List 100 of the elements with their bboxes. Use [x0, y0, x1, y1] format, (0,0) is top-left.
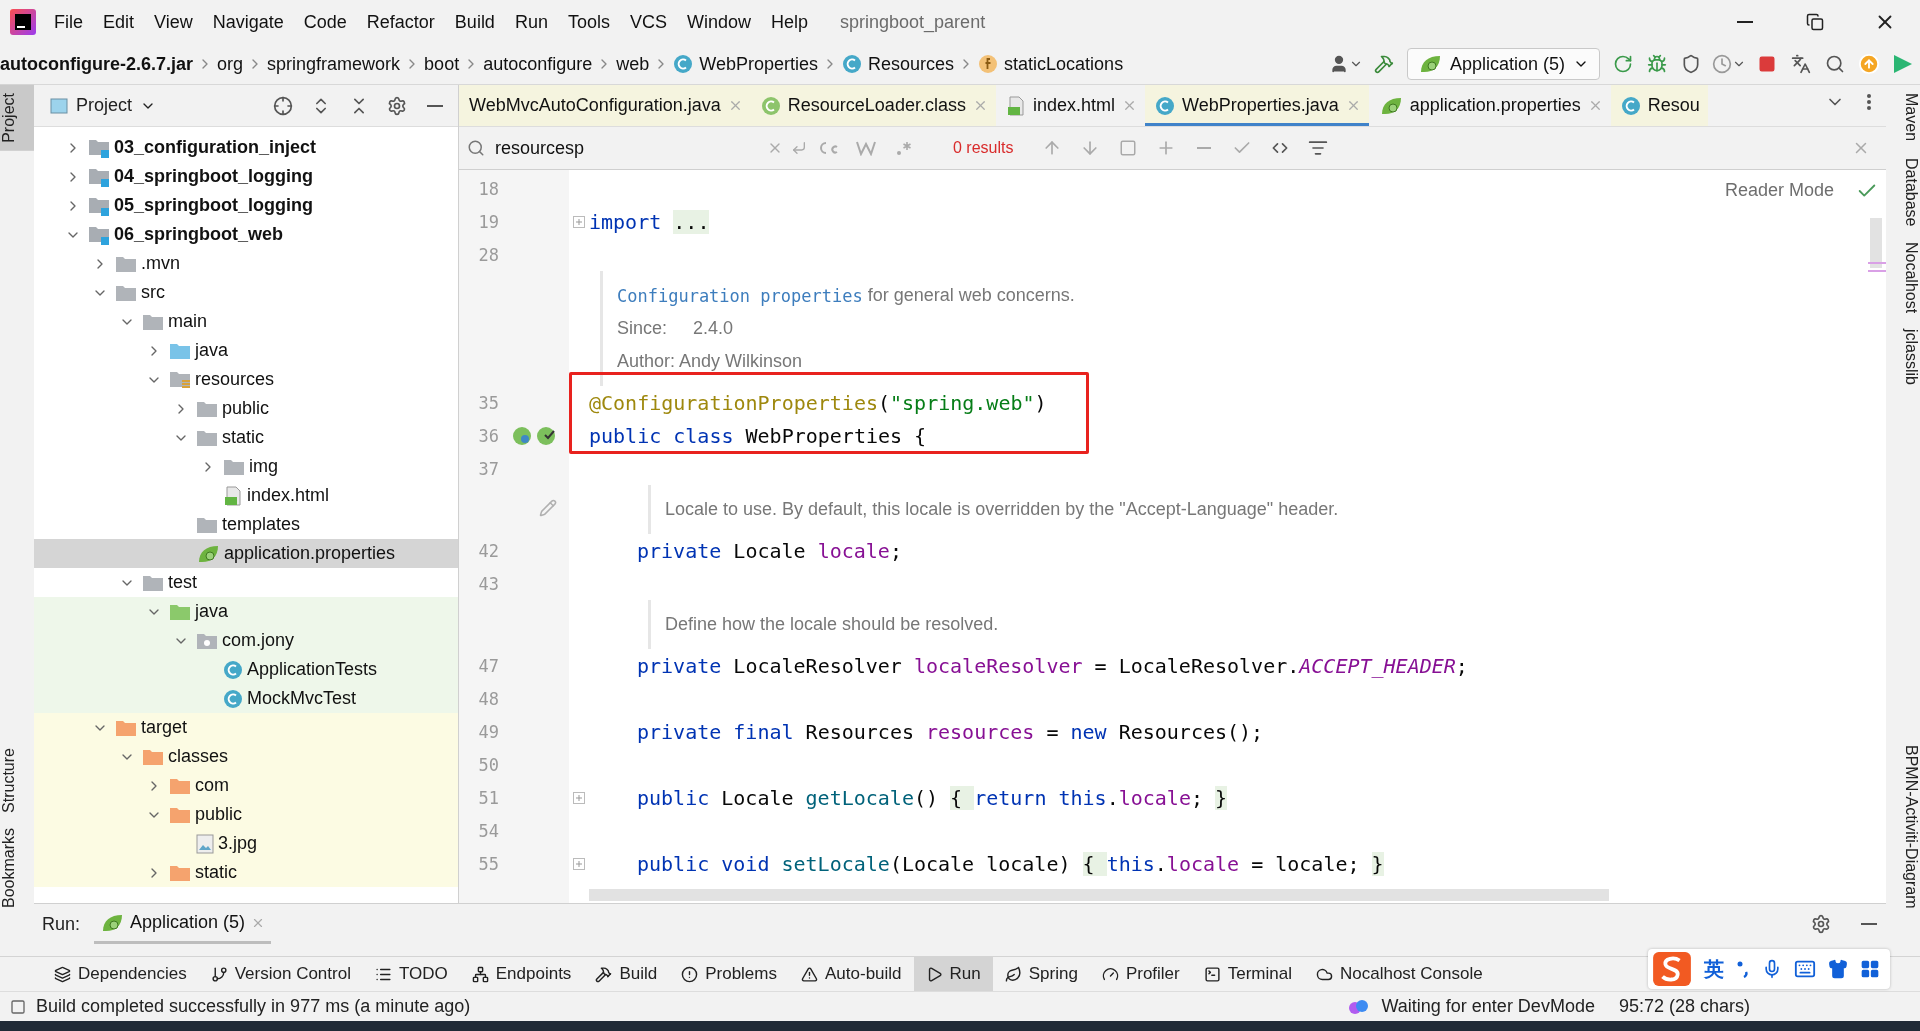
search-field[interactable]: resourcesp	[493, 136, 759, 160]
tool-window-button[interactable]: Auto-build	[789, 957, 914, 992]
breadcrumb-item[interactable]: WebProperties	[673, 53, 818, 75]
reader-mode-toggle[interactable]: Reader Mode	[1724, 180, 1834, 202]
breadcrumb-item[interactable]: org	[217, 53, 244, 75]
tool-window-button[interactable]: Nocalhost Console	[1304, 957, 1495, 992]
tool-window-tab[interactable]: Database	[1886, 149, 1920, 234]
tree-item-label: static	[195, 862, 237, 884]
tree-row[interactable]: classes	[34, 742, 458, 772]
fold-toggle-icon[interactable]	[573, 791, 585, 804]
menu-item[interactable]: Build	[444, 11, 505, 33]
line-number: 18	[477, 178, 499, 199]
tool-window-button[interactable]: Spring	[992, 957, 1090, 992]
tree-row[interactable]: target	[34, 713, 458, 743]
project-view-dropdown[interactable]: Project	[44, 94, 163, 118]
breadcrumb-item[interactable]: boot	[424, 53, 460, 75]
menu-item[interactable]: Edit	[93, 11, 145, 33]
tree-item-label: index.html	[247, 485, 330, 507]
tree-row[interactable]: application.properties	[34, 539, 458, 569]
tool-window-button[interactable]: Endpoints	[459, 957, 584, 992]
folder-icon	[196, 399, 218, 418]
doc-comment-line: Locale to use. By default, this locale is overridden by the "Accept-Language" header.	[665, 498, 1339, 522]
tree-row[interactable]: static	[34, 858, 458, 888]
menu-item[interactable]: Help	[761, 11, 819, 33]
tool-window-button[interactable]: TODO	[362, 957, 460, 992]
stop-icon	[1758, 55, 1776, 74]
tool-window-button[interactable]: Build	[583, 957, 670, 992]
tree-row[interactable]: java	[34, 597, 458, 627]
editor-tab[interactable]: WebMvcAutoConfiguration.java	[459, 85, 751, 127]
menu-item[interactable]: Run	[504, 11, 558, 33]
tree-item-label: img	[249, 456, 278, 478]
editor-tab[interactable]: Resou	[1610, 85, 1708, 127]
caret-position[interactable]: 95:72 (28 chars)	[1618, 996, 1750, 1018]
match-case-icon	[817, 140, 839, 157]
doc-comment-line: Since: 2.4.0	[617, 317, 735, 341]
scrollbar-thumb[interactable]	[1870, 218, 1882, 269]
tool-window-tab[interactable]: Maven	[1886, 85, 1920, 150]
module-folder-icon	[88, 224, 110, 245]
whole-word-icon	[856, 140, 876, 157]
breadcrumb-item[interactable]: Resources	[842, 53, 955, 75]
tool-window-tab[interactable]: Bookmarks	[0, 820, 34, 917]
rerun-icon	[1613, 54, 1633, 75]
menu-item[interactable]: Window	[676, 11, 761, 33]
module-folder-icon	[88, 166, 110, 187]
tree-row[interactable]: MockMvcTest	[34, 684, 458, 714]
tree-row[interactable]: com.jony	[34, 626, 458, 656]
breadcrumb-item[interactable]: staticLocations	[978, 53, 1124, 75]
leaf-icon	[1004, 965, 1022, 983]
tool-window-tab[interactable]: Project	[0, 85, 34, 152]
breadcrumb-item[interactable]: web	[616, 53, 650, 75]
menu-item[interactable]: Navigate	[202, 11, 294, 33]
run-configuration-dropdown[interactable]: Application (5)	[1406, 48, 1600, 81]
menu-item[interactable]: Tools	[557, 11, 620, 33]
editor-tab[interactable]: WebProperties.java	[1144, 85, 1369, 127]
tree-row[interactable]: 3.jpg	[34, 829, 458, 859]
breadcrumb-item[interactable]: autoconfigure-2.6.7.jar	[0, 53, 194, 75]
menu-item[interactable]: VCS	[619, 11, 677, 33]
tool-window-tab[interactable]: jclasslib	[1886, 321, 1920, 394]
tool-window-button[interactable]: Terminal	[1191, 957, 1304, 992]
tool-window-button[interactable]: Problems	[669, 957, 789, 992]
menu-item[interactable]: View	[144, 11, 203, 33]
line-number: 48	[477, 688, 499, 709]
fold-toggle-icon[interactable]	[573, 215, 585, 228]
breadcrumb-item[interactable]: autoconfigure	[483, 53, 593, 75]
class-icon	[223, 659, 243, 680]
ime-language[interactable]: 英	[1704, 955, 1724, 983]
tree-item-label: .mvn	[141, 253, 180, 275]
scrollbar-thumb[interactable]	[589, 889, 1609, 902]
results-count: 0 results	[953, 139, 1014, 158]
devmode-status[interactable]: Waiting for enter DevMode	[1381, 996, 1595, 1018]
tool-window-button[interactable]: Version Control	[198, 957, 363, 992]
doc-comment-line: Define how the locale should be resolved.	[665, 613, 999, 637]
tree-item-label: static	[222, 427, 264, 449]
tree-row[interactable]: ApplicationTests	[34, 655, 458, 685]
tool-window-tab[interactable]: Nocalhost	[1886, 234, 1920, 322]
run-label: Run:	[42, 914, 81, 935]
folder-icon	[142, 573, 164, 592]
punctuation-icon[interactable]	[1736, 960, 1750, 978]
fold-toggle-icon[interactable]	[573, 857, 585, 870]
tool-window-button[interactable]: Profiler	[1089, 957, 1192, 992]
editor-tab[interactable]: ResourceLoader.class	[750, 85, 996, 127]
menu-item[interactable]: Refactor	[356, 11, 445, 33]
line-number: 50	[477, 754, 499, 775]
tool-window-button[interactable]: Run	[913, 957, 993, 992]
tool-window-tab[interactable]: Structure	[0, 739, 34, 821]
tool-window-button[interactable]: Dependencies	[42, 957, 199, 992]
menu-item[interactable]: File	[44, 11, 93, 33]
bean-check-gutter-icon[interactable]	[536, 425, 556, 446]
search-icon	[467, 139, 485, 158]
status-message: Build completed successfully in 977 ms (a minute ago)	[36, 996, 471, 1018]
breadcrumb-item[interactable]: springframework	[267, 53, 401, 75]
hammer-icon	[1373, 54, 1394, 75]
microphone-icon	[1762, 959, 1782, 979]
line-number: 37	[477, 458, 499, 479]
tree-row[interactable]: public	[34, 800, 458, 830]
tree-row[interactable]: com	[34, 771, 458, 801]
gauge-icon	[1101, 965, 1119, 983]
menu-item[interactable]: Code	[293, 11, 357, 33]
class-icon	[1154, 95, 1175, 116]
tool-window-tab[interactable]: BPMN-Activiti-Diagram	[1886, 736, 1920, 917]
